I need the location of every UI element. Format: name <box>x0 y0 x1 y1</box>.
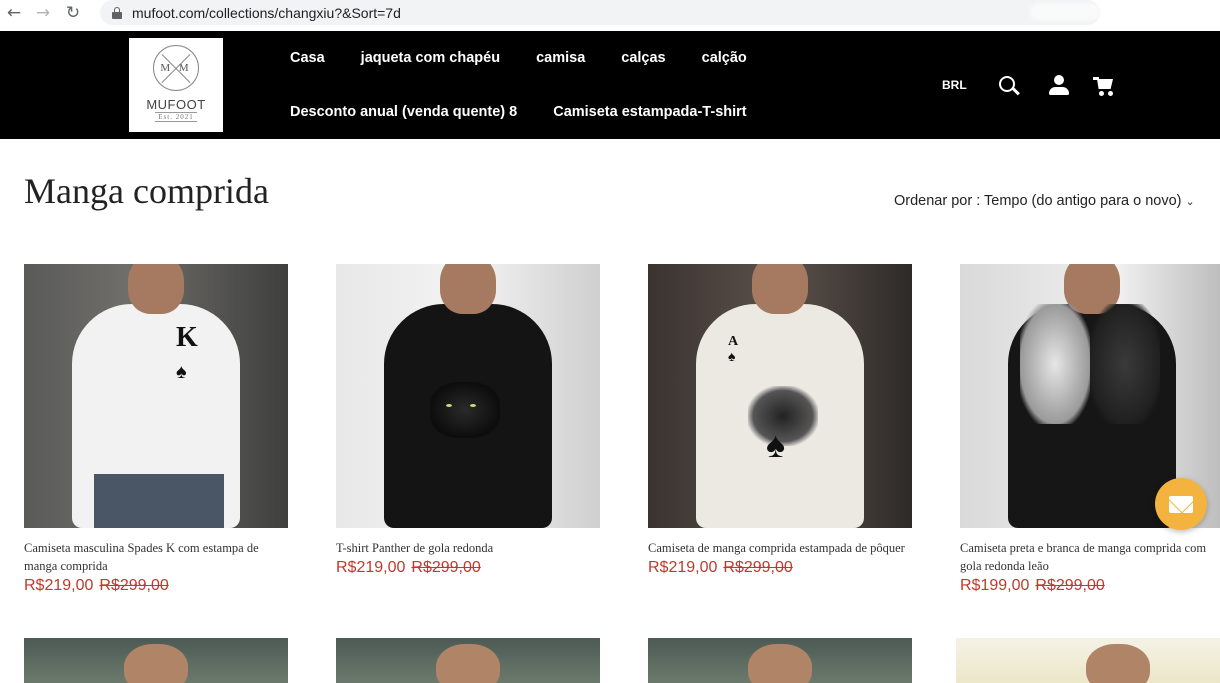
sort-label: Ordenar por : Tempo (do antigo para o no… <box>894 193 1182 209</box>
jeans-shape <box>94 474 224 528</box>
nav-item-camisa[interactable]: camisa <box>536 50 585 66</box>
original-price: R$299,00 <box>99 577 169 594</box>
mail-icon <box>1169 495 1193 513</box>
product-card[interactable] <box>956 638 1220 683</box>
address-bar[interactable]: mufoot.com/collections/changxiu?&Sort=7d <box>100 0 1100 25</box>
page-title: Manga comprida <box>24 171 269 211</box>
original-price: R$299,00 <box>1035 577 1105 594</box>
logo-name: MUFOOT <box>146 97 206 112</box>
product-name[interactable]: Camiseta de manga comprida estampada de … <box>648 539 912 557</box>
product-image[interactable]: K ♠ <box>24 264 288 528</box>
product-card[interactable] <box>24 638 288 683</box>
site-header: M M MUFOOT Est. 2021 Casa jaqueta com ch… <box>0 31 1220 139</box>
nav-item-calcao[interactable]: calção <box>702 50 747 66</box>
model-head <box>752 264 808 314</box>
model-head <box>748 644 812 683</box>
sale-price: R$219,00 <box>336 559 406 576</box>
lock-icon <box>112 6 122 19</box>
product-prices: R$219,00 R$299,00 <box>648 559 912 577</box>
product-name[interactable]: Camiseta masculina Spades K com estampa … <box>24 539 288 575</box>
product-card[interactable]: A ♠ ♠ Camiseta de manga comprida estampad… <box>648 264 912 577</box>
black-lion-graphic <box>1090 304 1160 424</box>
model-head <box>128 264 184 314</box>
forward-arrow-icon[interactable]: → <box>28 0 58 25</box>
product-name[interactable]: T-shirt Panther de gola redonda <box>336 539 600 557</box>
product-prices: R$219,00 R$299,00 <box>24 577 288 595</box>
nav-item-camiseta-estampada[interactable]: Camiseta estampada-T-shirt <box>553 104 746 120</box>
product-name[interactable]: Camiseta preta e branca de manga comprid… <box>960 539 1220 575</box>
url-text: mufoot.com/collections/changxiu?&Sort=7d <box>132 4 401 21</box>
main-nav-row-1: Casa jaqueta com chapéu camisa calças ca… <box>290 50 783 66</box>
model-head <box>1086 644 1150 683</box>
model-head <box>124 644 188 683</box>
nav-item-jaqueta[interactable]: jaqueta com chapéu <box>361 50 500 66</box>
king-spade-graphic: K ♠ <box>176 322 198 383</box>
spade-graphic: ♠ <box>766 425 786 465</box>
product-card[interactable]: K ♠ Camiseta masculina Spades K com estam… <box>24 264 288 595</box>
sale-price: R$219,00 <box>648 559 718 576</box>
sale-price: R$199,00 <box>960 577 1030 594</box>
product-prices: R$219,00 R$299,00 <box>336 559 600 577</box>
product-image[interactable] <box>336 264 600 528</box>
site-logo[interactable]: M M MUFOOT Est. 2021 <box>129 38 223 132</box>
search-icon[interactable] <box>998 75 1020 97</box>
product-card[interactable]: Camiseta preta e branca de manga comprid… <box>960 264 1220 595</box>
browser-toolbar: ← → ↻ mufoot.com/collections/changxiu?&S… <box>0 0 1220 25</box>
product-image[interactable] <box>336 638 600 683</box>
cart-icon[interactable] <box>1093 75 1115 97</box>
logo-monogram: M M <box>153 45 199 91</box>
product-image[interactable] <box>648 638 912 683</box>
currency-selector[interactable]: BRL <box>942 78 967 92</box>
product-image[interactable] <box>24 638 288 683</box>
product-image[interactable] <box>956 638 1220 683</box>
original-price: R$299,00 <box>723 559 793 576</box>
nav-item-calcas[interactable]: calças <box>621 50 665 66</box>
logo-est: Est. 2021 <box>155 112 197 122</box>
sale-price: R$219,00 <box>24 577 94 594</box>
blurred-region <box>1030 3 1100 21</box>
product-card[interactable] <box>336 638 600 683</box>
product-card[interactable]: T-shirt Panther de gola redonda R$219,00… <box>336 264 600 577</box>
user-icon[interactable] <box>1048 75 1070 97</box>
back-arrow-icon[interactable]: ← <box>0 0 28 25</box>
product-card[interactable] <box>648 638 912 683</box>
nav-item-desconto[interactable]: Desconto anual (venda quente) 8 <box>290 104 517 120</box>
main-nav-row-2: Desconto anual (venda quente) 8 Camiseta… <box>290 104 783 120</box>
ace-graphic: A ♠ <box>728 334 739 365</box>
reload-icon[interactable]: ↻ <box>58 0 88 25</box>
product-prices: R$199,00 R$299,00 <box>960 577 1220 595</box>
sort-dropdown[interactable]: Ordenar por : Tempo (do antigo para o no… <box>894 193 1195 209</box>
product-image[interactable]: A ♠ ♠ <box>648 264 912 528</box>
chevron-down-icon: ⌄ <box>1185 195 1195 208</box>
white-lion-graphic <box>1020 304 1090 424</box>
panther-graphic <box>430 382 500 438</box>
model-head <box>440 264 496 314</box>
contact-button[interactable] <box>1155 478 1207 530</box>
model-head <box>436 644 500 683</box>
original-price: R$299,00 <box>411 559 481 576</box>
nav-item-casa[interactable]: Casa <box>290 50 325 66</box>
